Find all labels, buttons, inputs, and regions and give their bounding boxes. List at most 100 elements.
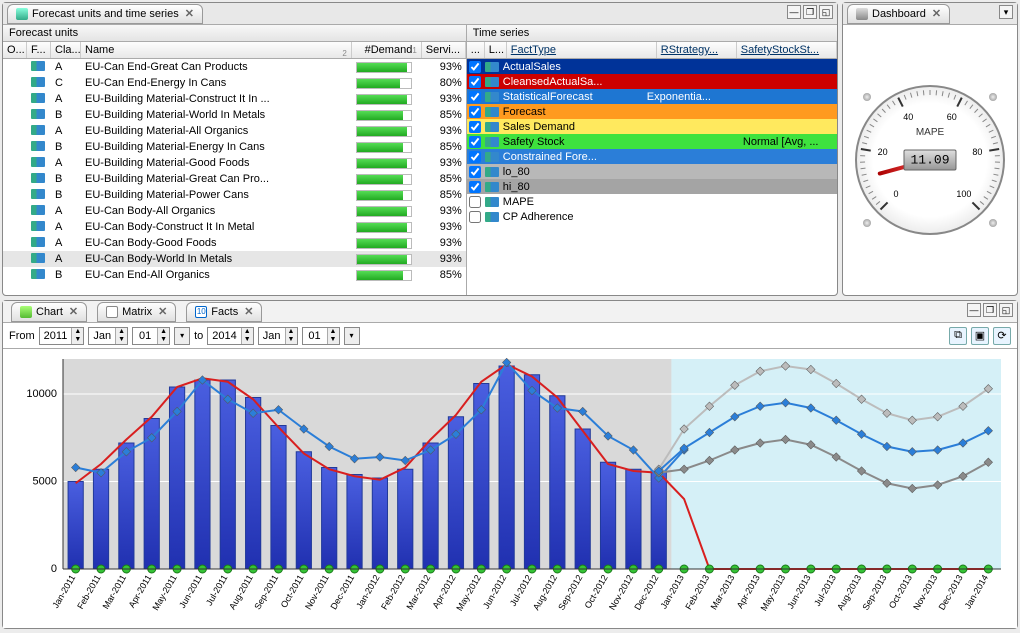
table-row[interactable]: BEU-Building Material-Energy In Cans85% — [3, 139, 466, 155]
tool-refresh-button[interactable]: ⟳ — [993, 327, 1011, 345]
from-year-spinner[interactable]: 2011▲▼ — [39, 327, 85, 345]
restore-button[interactable]: ❐ — [803, 5, 817, 19]
table-row[interactable]: AEU-Building Material-Construct It In ..… — [3, 91, 466, 107]
maximize-button[interactable]: ◱ — [999, 303, 1013, 317]
to-day-spinner[interactable]: 01▲▼ — [302, 327, 340, 345]
svg-text:Oct-2013: Oct-2013 — [887, 573, 914, 610]
table-row[interactable]: AEU-Can Body-All Organics93% — [3, 203, 466, 219]
tab-label: Forecast units and time series — [32, 8, 179, 20]
table-row[interactable]: AEU-Can Body-Construct It In Metal93% — [3, 219, 466, 235]
name-cell: EU-Building Material-Power Cans — [81, 189, 352, 201]
from-calendar-button[interactable]: ▾ — [174, 327, 190, 345]
timeseries-row[interactable]: CleansedActualSa... — [467, 74, 837, 89]
table-row[interactable]: AEU-Building Material-All Organics93% — [3, 123, 466, 139]
table-row[interactable]: BEU-Building Material-Great Can Pro...85… — [3, 171, 466, 187]
series-checkbox[interactable] — [469, 196, 481, 208]
series-icon — [485, 62, 499, 72]
from-month-spinner[interactable]: Jan▲▼ — [88, 327, 128, 345]
window-controls: — ❐ ◱ — [787, 5, 833, 19]
tab-matrix[interactable]: Matrix ✕ — [97, 302, 176, 322]
series-checkbox[interactable] — [469, 106, 481, 118]
menu-button[interactable]: ▾ — [999, 5, 1013, 19]
to-calendar-button[interactable]: ▾ — [344, 327, 360, 345]
tool-fit-button[interactable]: ▣ — [971, 327, 989, 345]
timeseries-row[interactable]: Forecast — [467, 104, 837, 119]
name-cell: EU-Can Body-World In Metals — [81, 253, 352, 265]
close-icon[interactable]: ✕ — [932, 7, 941, 20]
col-o[interactable]: O... — [3, 42, 27, 58]
series-checkbox[interactable] — [469, 211, 481, 223]
tree-icon — [31, 173, 45, 183]
series-checkbox[interactable] — [469, 91, 481, 103]
series-checkbox[interactable] — [469, 181, 481, 193]
timeseries-row[interactable]: ActualSales — [467, 59, 837, 74]
tool-zoom-button[interactable]: ⧉ — [949, 327, 967, 345]
table-row[interactable]: BEU-Can End-All Organics85% — [3, 267, 466, 283]
tab-dashboard[interactable]: Dashboard ✕ — [847, 4, 950, 24]
tree-icon — [31, 93, 45, 103]
close-icon[interactable]: ✕ — [158, 305, 167, 318]
col-f[interactable]: F... — [27, 42, 51, 58]
svg-text:Sep-2011: Sep-2011 — [252, 573, 280, 611]
timeseries-row[interactable]: hi_80 — [467, 179, 837, 194]
col-name[interactable]: Name2 — [81, 42, 352, 58]
timeseries-row[interactable]: Sales Demand — [467, 119, 837, 134]
cla-cell: A — [51, 237, 81, 249]
series-label: Safety Stock — [503, 136, 643, 148]
to-year-spinner[interactable]: 2014▲▼ — [207, 327, 253, 345]
name-cell: EU-Building Material-All Organics — [81, 125, 352, 137]
timeseries-row[interactable]: CP Adherence — [467, 209, 837, 224]
minimize-button[interactable]: — — [967, 303, 981, 317]
series-checkbox[interactable] — [469, 76, 481, 88]
chart-area[interactable]: 0500010000Jan-2011Feb-2011Mar-2011Apr-20… — [3, 349, 1017, 628]
series-checkbox[interactable] — [469, 61, 481, 73]
col-safetystock[interactable]: SafetyStockSt... — [737, 42, 837, 58]
col-facttype[interactable]: FactType — [507, 42, 657, 58]
timeseries-row[interactable]: lo_80 — [467, 164, 837, 179]
maximize-button[interactable]: ◱ — [819, 5, 833, 19]
dashboard-panel: Dashboard ✕ ▾ MAPE 11.09 020406080100 — [842, 2, 1018, 296]
close-icon[interactable]: ✕ — [69, 305, 78, 318]
svg-text:Apr-2012: Apr-2012 — [431, 573, 458, 610]
minimize-button[interactable]: — — [787, 5, 801, 19]
col-dots[interactable]: ... — [467, 42, 485, 58]
series-checkbox[interactable] — [469, 121, 481, 133]
table-row[interactable]: AEU-Can End-Great Can Products93% — [3, 59, 466, 75]
demand-bar — [356, 62, 412, 73]
tab-chart[interactable]: Chart ✕ — [11, 302, 87, 322]
col-demand[interactable]: #Demand1 — [352, 42, 422, 58]
tab-forecast-units[interactable]: Forecast units and time series ✕ — [7, 4, 203, 24]
series-checkbox[interactable] — [469, 151, 481, 163]
table-row[interactable]: BEU-Building Material-World In Metals85% — [3, 107, 466, 123]
table-row[interactable]: AEU-Can Body-Good Foods93% — [3, 235, 466, 251]
table-row[interactable]: BEU-Building Material-Power Cans85% — [3, 187, 466, 203]
svg-text:Aug-2012: Aug-2012 — [531, 573, 559, 612]
series-label: MAPE — [503, 196, 643, 208]
series-checkbox[interactable] — [469, 166, 481, 178]
timeseries-row[interactable]: StatisticalForecastExponentia... — [467, 89, 837, 104]
timeseries-row[interactable]: Safety Stock Normal [Avg, ... — [467, 134, 837, 149]
chart-window-controls: — ❐ ◱ — [967, 303, 1013, 317]
from-day-spinner[interactable]: 01▲▼ — [132, 327, 170, 345]
svg-text:10000: 10000 — [26, 388, 57, 400]
close-icon[interactable]: ✕ — [244, 305, 253, 318]
timeseries-row[interactable]: Constrained Fore... — [467, 149, 837, 164]
svg-text:Mar-2013: Mar-2013 — [709, 573, 737, 611]
col-rstrategy[interactable]: RStrategy... — [657, 42, 737, 58]
to-month-spinner[interactable]: Jan▲▼ — [258, 327, 298, 345]
cla-cell: A — [51, 125, 81, 137]
series-icon — [485, 182, 499, 192]
table-row[interactable]: AEU-Can Body-World In Metals93% — [3, 251, 466, 267]
close-icon[interactable]: ✕ — [185, 7, 194, 20]
svg-text:5000: 5000 — [33, 476, 57, 488]
table-row[interactable]: AEU-Building Material-Good Foods93% — [3, 155, 466, 171]
tab-facts[interactable]: 10 Facts ✕ — [186, 302, 262, 322]
col-cla[interactable]: Cla... — [51, 42, 81, 58]
col-servi[interactable]: Servi... — [422, 42, 466, 58]
series-checkbox[interactable] — [469, 136, 481, 148]
restore-button[interactable]: ❐ — [983, 303, 997, 317]
timeseries-row[interactable]: MAPE — [467, 194, 837, 209]
series-safetystock: Normal [Avg, ... — [743, 136, 835, 148]
table-row[interactable]: CEU-Can End-Energy In Cans80% — [3, 75, 466, 91]
col-l[interactable]: L... — [485, 42, 507, 58]
